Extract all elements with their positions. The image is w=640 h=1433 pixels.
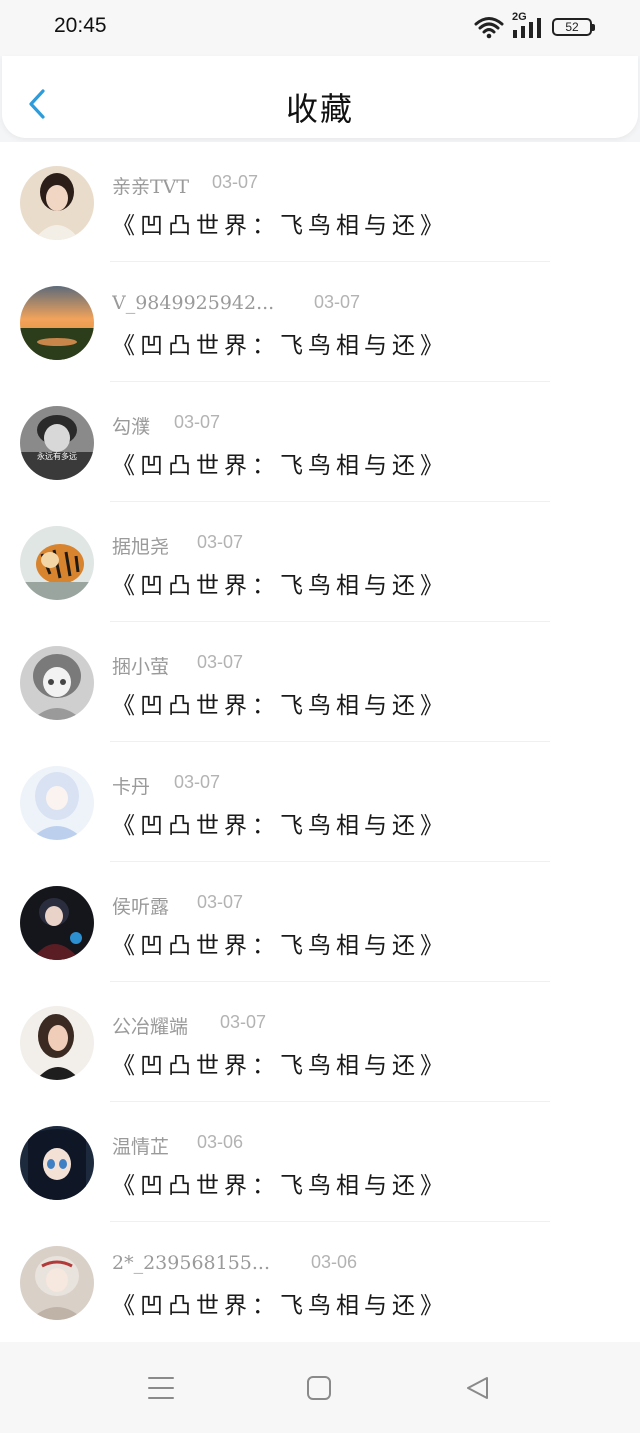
collection-title: 《凹凸世界：飞鸟相与还》 [112, 1173, 448, 1199]
avatar [20, 526, 94, 600]
avatar: 永远有多远 [20, 406, 94, 480]
user-name: 勾濮 [112, 416, 151, 438]
list-item[interactable]: 亲亲TVT 03-07 《凹凸世界：飞鸟相与还》 [0, 142, 640, 262]
collection-title: 《凹凸世界：飞鸟相与还》 [112, 453, 448, 479]
row-meta: V_9849925942... 03-07 [112, 292, 440, 320]
row-meta: 侯听露 03-07 [112, 892, 440, 920]
date: 03-06 [197, 1132, 244, 1152]
nav-header: 收藏 [2, 56, 638, 138]
row-meta: 2*_239568155... 03-06 [112, 1252, 440, 1280]
row-meta: 亲亲TVT 03-07 [112, 172, 440, 200]
date: 03-07 [212, 172, 259, 192]
avatar [20, 766, 94, 840]
list-item[interactable]: 据旭尧 03-07 《凹凸世界：飞鸟相与还》 [0, 502, 640, 622]
row-meta: 公冶耀端 03-07 [112, 1012, 440, 1040]
user-name: 温情芷 [112, 1136, 170, 1158]
row-meta: 温情芷 03-06 [112, 1132, 440, 1160]
avatar-caption: 永远有多远 [37, 451, 77, 461]
date: 03-07 [197, 532, 244, 552]
list-item[interactable]: 温情芷 03-06 《凹凸世界：飞鸟相与还》 [0, 1102, 640, 1222]
avatar [20, 166, 94, 240]
row-meta: 卡丹 03-07 [112, 772, 440, 800]
user-name: 2*_239568155... [112, 1252, 271, 1274]
row-meta: 勾濮 03-07 [112, 412, 440, 440]
home-icon [307, 1376, 331, 1400]
home-button[interactable] [303, 1372, 335, 1404]
back-icon [467, 1377, 488, 1399]
page-title: 收藏 [285, 90, 354, 128]
date: 03-07 [314, 292, 361, 312]
collection-title: 《凹凸世界：飞鸟相与还》 [112, 693, 448, 719]
wifi-icon [474, 17, 504, 39]
list-item[interactable]: 侯听露 03-07 《凹凸世界：飞鸟相与还》 [0, 862, 640, 982]
date: 03-07 [197, 652, 244, 672]
date: 03-07 [174, 412, 221, 432]
user-name: 亲亲TVT [112, 176, 190, 198]
avatar [20, 286, 94, 360]
list-item[interactable]: 捆小萤 03-07 《凹凸世界：飞鸟相与还》 [0, 622, 640, 742]
battery-icon: 52 [552, 18, 595, 36]
list-item[interactable]: V_9849925942... 03-07 《凹凸世界：飞鸟相与还》 [0, 262, 640, 382]
list-item[interactable]: 公冶耀端 03-07 《凹凸世界：飞鸟相与还》 [0, 982, 640, 1102]
row-meta: 据旭尧 03-07 [112, 532, 440, 560]
date: 03-07 [197, 892, 244, 912]
collection-title: 《凹凸世界：飞鸟相与还》 [112, 573, 448, 599]
system-nav-bar [0, 1342, 640, 1433]
favorites-list: 亲亲TVT 03-07 《凹凸世界：飞鸟相与还》 V_9849925942...… [0, 142, 640, 1342]
avatar [20, 1246, 94, 1320]
battery-level: 52 [565, 20, 579, 34]
row-meta: 捆小萤 03-07 [112, 652, 440, 680]
date: 03-07 [220, 1012, 267, 1032]
user-name: 侯听露 [112, 896, 170, 918]
system-back-button[interactable] [461, 1372, 493, 1404]
collection-title: 《凹凸世界：飞鸟相与还》 [112, 933, 448, 959]
user-name: 捆小萤 [112, 656, 170, 678]
collection-title: 《凹凸世界：飞鸟相与还》 [112, 813, 448, 839]
menu-button[interactable] [145, 1372, 177, 1404]
signal-icon: 2G [512, 11, 544, 39]
collection-title: 《凹凸世界：飞鸟相与还》 [112, 1293, 448, 1319]
avatar [20, 886, 94, 960]
status-bar: 20:45 2G 52 [0, 0, 640, 56]
user-name: 据旭尧 [112, 536, 170, 558]
collection-title: 《凹凸世界：飞鸟相与还》 [112, 1053, 448, 1079]
user-name: 公冶耀端 [112, 1016, 189, 1038]
menu-icon [148, 1377, 174, 1399]
date: 03-06 [311, 1252, 358, 1272]
user-name: V_9849925942... [112, 292, 275, 314]
avatar [20, 1126, 94, 1200]
collection-title: 《凹凸世界：飞鸟相与还》 [112, 333, 448, 359]
avatar [20, 646, 94, 720]
status-icons: 2G 52 [474, 11, 595, 40]
user-name: 卡丹 [112, 776, 151, 798]
list-item[interactable]: 卡丹 03-07 《凹凸世界：飞鸟相与还》 [0, 742, 640, 862]
list-item[interactable]: 永远有多远 勾濮 03-07 《凹凸世界：飞鸟相与还》 [0, 382, 640, 502]
list-item[interactable]: 2*_239568155... 03-06 《凹凸世界：飞鸟相与还》 [0, 1222, 640, 1342]
avatar [20, 1006, 94, 1080]
collection-title: 《凹凸世界：飞鸟相与还》 [112, 213, 448, 239]
status-time: 20:45 [54, 14, 107, 37]
date: 03-07 [174, 772, 221, 792]
